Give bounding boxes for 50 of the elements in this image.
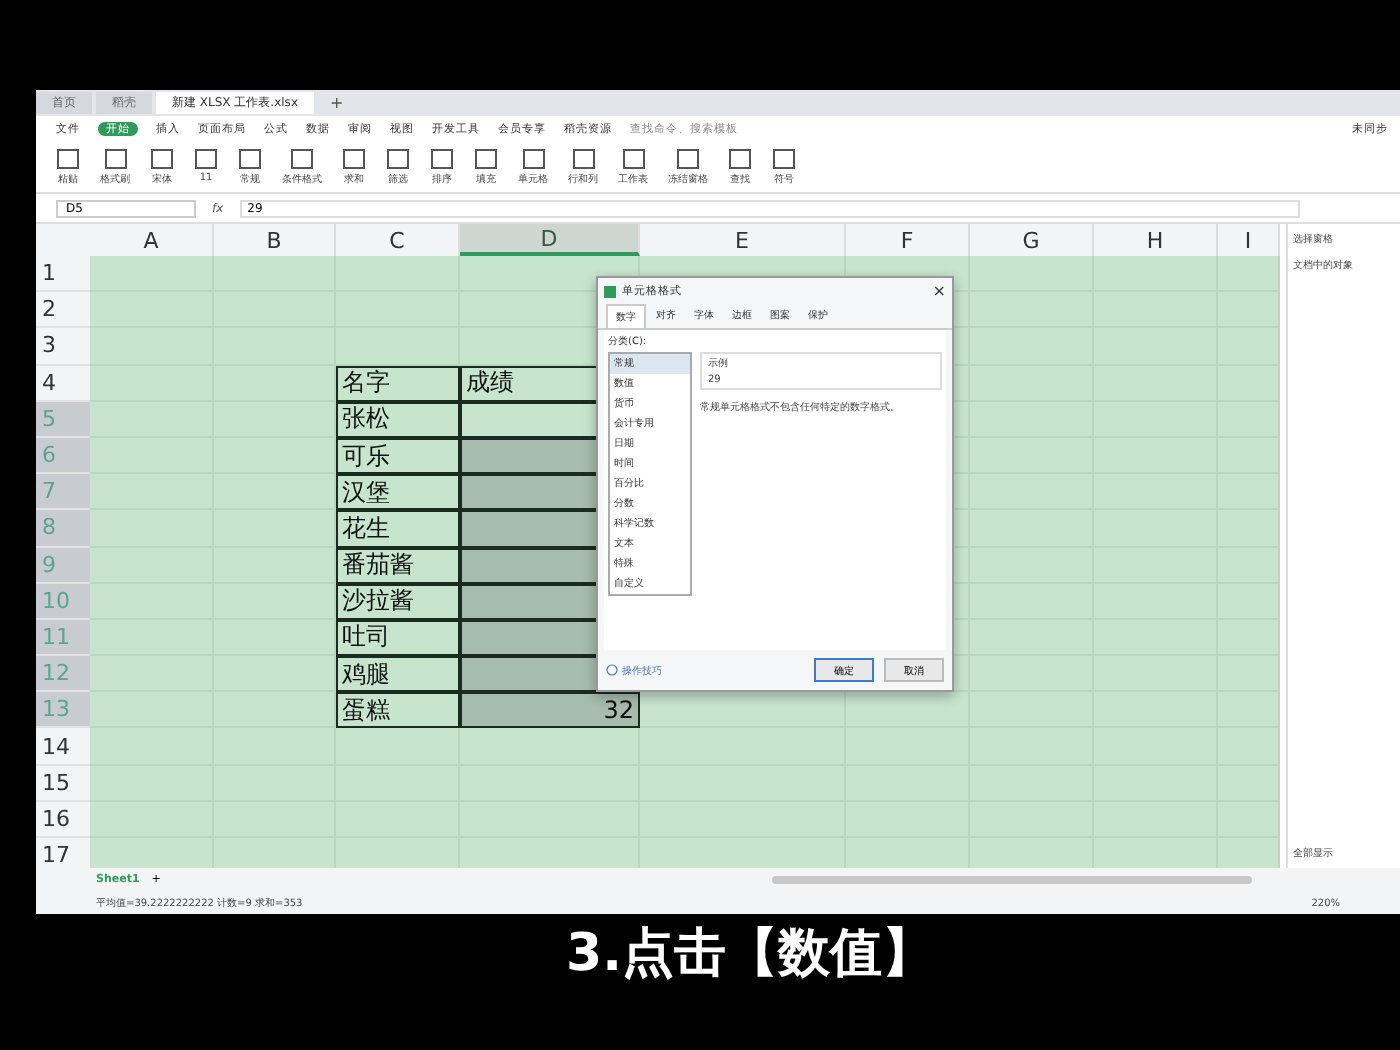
square-icon xyxy=(238,147,262,169)
table-cell: 可乐 xyxy=(336,437,460,475)
square-icon xyxy=(290,147,314,169)
square-icon xyxy=(342,147,366,169)
column-header[interactable]: A xyxy=(90,224,214,256)
table-cell: 番茄酱 xyxy=(336,547,460,584)
square-icon xyxy=(430,147,454,169)
table-cell: 汉堡 xyxy=(336,474,460,511)
column-header[interactable]: B xyxy=(214,224,336,256)
row-header[interactable]: 1 xyxy=(36,256,90,293)
table-cell: 鸡腿 xyxy=(336,656,460,693)
row-header[interactable]: 2 xyxy=(36,292,90,329)
table-cell: 32 xyxy=(460,692,640,729)
table-cell: 张松 xyxy=(336,401,460,438)
new-tab-button[interactable]: + xyxy=(318,94,356,112)
column-header[interactable]: I xyxy=(1218,224,1280,256)
column-header[interactable]: E xyxy=(640,224,846,256)
square-icon xyxy=(103,147,127,169)
column-header[interactable]: H xyxy=(1094,224,1218,256)
square-icon xyxy=(728,147,752,169)
column-header[interactable]: F xyxy=(846,224,970,256)
square-icon xyxy=(772,147,796,169)
app-icon xyxy=(604,285,616,297)
table-cell: 吐司 xyxy=(336,619,460,657)
square-icon xyxy=(194,148,218,170)
square-icon xyxy=(150,147,174,169)
column-header[interactable]: G xyxy=(970,224,1094,256)
table-cell: 沙拉酱 xyxy=(336,583,460,620)
table-cell: 蛋糕 xyxy=(336,692,460,729)
square-icon xyxy=(56,147,80,169)
row-header[interactable]: 3 xyxy=(36,328,90,366)
row-header[interactable]: 16 xyxy=(36,801,90,838)
square-icon xyxy=(621,147,645,169)
horizontal-scrollbar[interactable] xyxy=(772,876,1253,884)
square-icon xyxy=(521,147,545,169)
square-icon xyxy=(676,147,700,169)
square-icon xyxy=(386,147,410,169)
table-cell: 名字 xyxy=(336,365,460,402)
row-header[interactable]: 4 xyxy=(36,365,90,402)
info-icon xyxy=(606,664,618,676)
row-header[interactable]: 15 xyxy=(36,765,90,802)
square-icon xyxy=(571,147,595,169)
column-header[interactable]: D xyxy=(460,224,640,256)
row-header[interactable]: 14 xyxy=(36,728,90,766)
table-cell: 花生 xyxy=(336,510,460,547)
column-header[interactable]: C xyxy=(336,224,460,256)
close-button[interactable]: × xyxy=(932,282,946,300)
row-header[interactable]: 17 xyxy=(36,838,90,868)
subtitle-caption: 3.点击【数值】 xyxy=(564,922,936,988)
square-icon xyxy=(474,147,498,169)
